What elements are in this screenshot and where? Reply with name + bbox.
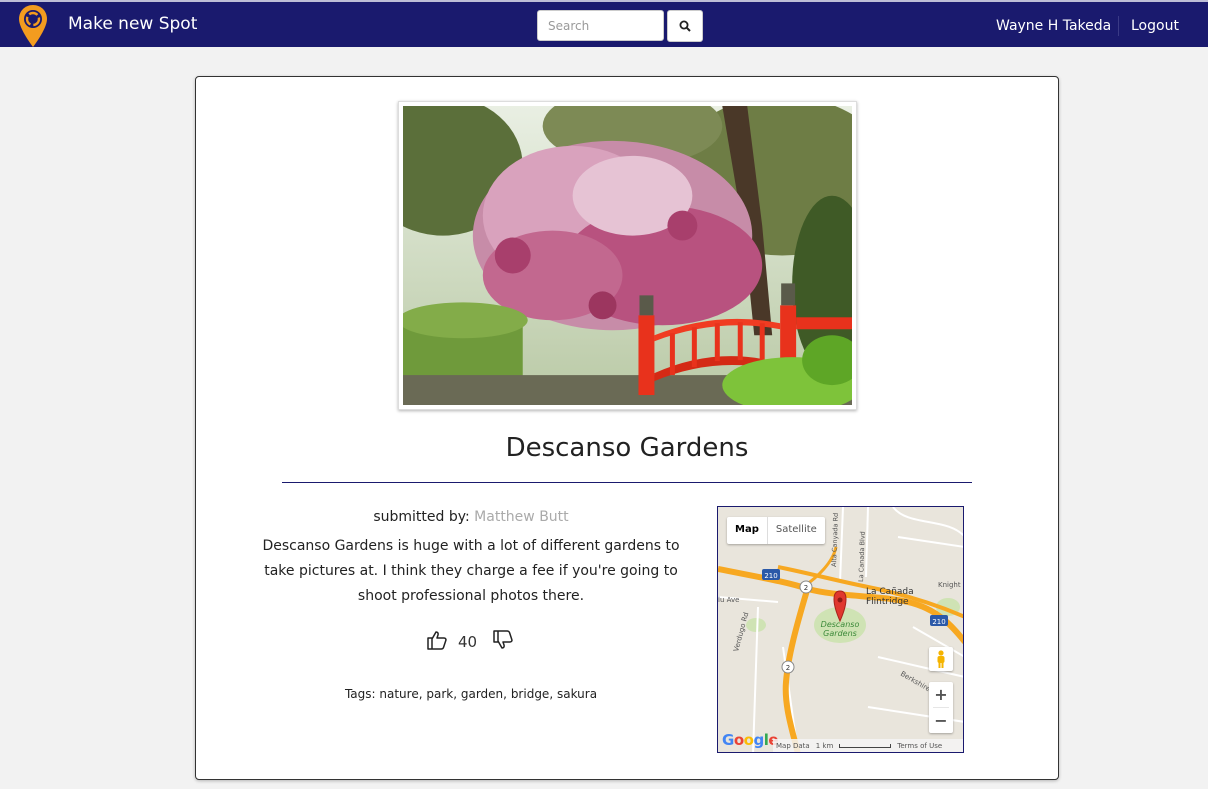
tab-satellite[interactable]: Satellite [768,517,825,544]
title-divider [282,482,972,483]
vote-controls: 40 [426,629,526,653]
map-data-link[interactable]: Map Data [776,742,810,750]
spot-description: Descanso Gardens is huge with a lot of d… [262,538,680,604]
map-label: Flintridge [866,597,909,607]
map-label: Gardens [823,629,857,638]
location-map[interactable]: 210 210 2 2 Descanso Gardens La Cañada F… [717,506,964,753]
thumbs-up-icon[interactable] [426,629,448,651]
tag-link[interactable]: sakura [557,687,597,701]
map-scale-label: 1 km [815,742,834,750]
submitted-by: submitted by: Matthew Butt [256,509,686,525]
user-name-link[interactable]: Wayne H Takeda [996,18,1111,34]
tag-link[interactable]: park [426,687,453,701]
map-footer: Map Data 1 km Terms of Use [773,739,963,752]
navbar: Make new Spot Wayne H Takeda Logout [0,0,1208,47]
map-label: 2 [804,584,808,592]
map-scale-bar [839,744,892,748]
search-icon [679,20,691,32]
map-label: 2 [786,664,790,672]
tags-label: Tags: [344,687,376,701]
map-type-tabs: Map Satellite [727,517,825,544]
tag-link[interactable]: bridge [511,687,550,701]
zoom-controls: + − [929,682,953,733]
search-input[interactable] [537,10,664,41]
map-label: 210 [932,618,945,626]
tags-line: Tags: nature, park, garden, bridge, saku… [344,687,598,701]
spot-photo-frame [398,101,857,410]
thumbs-down-icon[interactable] [492,629,514,651]
author-link[interactable]: Matthew Butt [474,509,568,525]
spot-title: Descanso Gardens [505,433,749,463]
logout-link[interactable]: Logout [1131,18,1179,34]
map-label: 210 [764,572,777,580]
pegman-icon [937,650,945,668]
google-logo: Google [722,731,779,749]
spot-photo [403,106,852,405]
make-new-spot-link[interactable]: Make new Spot [68,14,197,34]
map-label: Knight [938,581,961,589]
zoom-in-button[interactable]: + [929,682,953,707]
map-label: lu Ave [718,596,739,604]
map-label: La Cañada [866,587,914,597]
tag-link[interactable]: garden [461,687,503,701]
tag-link[interactable]: nature [379,687,418,701]
spot-logo-icon[interactable] [18,4,48,48]
tab-map[interactable]: Map [727,517,768,544]
submitted-by-label: submitted by: [373,509,470,525]
vote-count: 40 [458,633,478,651]
street-view-pegman[interactable] [929,647,953,671]
search-button[interactable] [667,10,703,42]
nav-separator [1118,16,1119,36]
terms-of-use-link[interactable]: Terms of Use [897,742,942,750]
spot-card: Descanso Gardens submitted by: Matthew B… [195,76,1059,780]
zoom-out-button[interactable]: − [929,708,953,733]
